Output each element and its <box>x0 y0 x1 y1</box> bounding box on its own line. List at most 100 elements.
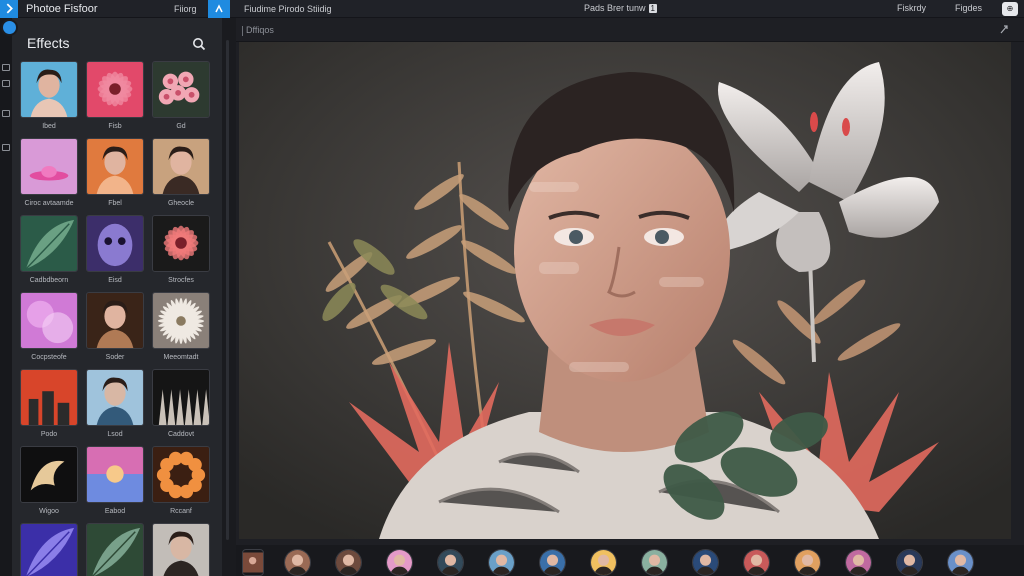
effect-label: Eisd <box>108 277 122 284</box>
effect-label: Wigoo <box>39 508 59 515</box>
effect-label: Gd <box>176 123 186 130</box>
portrait-artwork <box>239 42 1011 539</box>
effect-tile[interactable]: Gd <box>152 61 210 130</box>
app-title: Photoe Fisfoor <box>26 2 98 15</box>
effect-thumbnail[interactable] <box>20 523 78 576</box>
effects-tool-icon[interactable] <box>1 19 18 36</box>
tab-icon[interactable] <box>208 0 230 18</box>
strip-avatar[interactable] <box>539 549 566 576</box>
effect-tile[interactable] <box>20 523 78 576</box>
effect-thumbnail[interactable] <box>152 138 210 195</box>
strip-avatar[interactable] <box>386 549 413 576</box>
effect-thumbnail[interactable] <box>152 215 210 272</box>
effect-thumbnail[interactable] <box>86 138 144 195</box>
center-status-label: Pads Brer tunw <box>584 3 646 13</box>
effect-tile[interactable]: Podo <box>20 369 78 438</box>
strip-avatar[interactable] <box>743 549 770 576</box>
effect-tile[interactable]: Fisb <box>86 61 144 130</box>
strip-avatar[interactable] <box>641 549 668 576</box>
effect-label: Ibed <box>42 123 56 130</box>
effect-label: Eabod <box>104 508 126 515</box>
effect-thumbnail[interactable] <box>86 215 144 272</box>
effect-tile[interactable]: Gheocle <box>152 138 210 207</box>
app-logo-icon[interactable] <box>0 0 18 18</box>
effects-panel: Effects Ibed Fisb Gd Ciroc avtaamde Fbel Gheo… <box>12 18 222 576</box>
effect-thumbnail[interactable] <box>152 446 210 503</box>
effect-label: Gheocle <box>167 200 195 207</box>
effect-thumbnail[interactable] <box>20 369 78 426</box>
main-workspace: Dffiqos <box>236 18 1024 576</box>
strip-avatar[interactable] <box>488 549 515 576</box>
layer-name[interactable]: Dffiqos <box>246 25 274 35</box>
strip-avatar[interactable] <box>335 549 362 576</box>
history-icon[interactable] <box>2 110 10 117</box>
effect-label: Meeomtadt <box>163 354 199 361</box>
effect-tile[interactable]: Ibed <box>20 61 78 130</box>
effect-label: Caddovt <box>167 431 195 438</box>
effect-thumbnail[interactable] <box>152 369 210 426</box>
effect-tile[interactable]: Caddovt <box>152 369 210 438</box>
canvas-header: Dffiqos <box>236 18 1024 42</box>
effect-tile[interactable]: Strocfes <box>152 215 210 284</box>
title-bar: Photoe Fisfoor Fiiorg Fiudime Pirodo Sti… <box>0 0 1024 18</box>
menu-right-1[interactable]: Fiskrdy <box>897 3 926 13</box>
strip-avatar[interactable] <box>845 549 872 576</box>
strip-thumbnail[interactable] <box>242 549 264 576</box>
settings-button[interactable]: ⊕ <box>1002 2 1018 16</box>
effect-tile[interactable]: Rccanf <box>152 446 210 515</box>
effect-tile[interactable]: Meeomtadt <box>152 292 210 361</box>
effect-tile[interactable]: Cadbdbeorn <box>20 215 78 284</box>
effect-thumbnail[interactable] <box>20 138 78 195</box>
center-status[interactable]: Pads Brer tunw 1 <box>584 3 657 13</box>
effect-thumbnail[interactable] <box>20 215 78 272</box>
effect-thumbnail[interactable] <box>20 61 78 118</box>
brush-icon[interactable] <box>2 144 10 151</box>
menu-right-2[interactable]: Figdes <box>955 3 982 13</box>
effect-tile[interactable]: Ciroc avtaamde <box>20 138 78 207</box>
effect-label: Cadbdbeorn <box>29 277 69 284</box>
strip-avatar[interactable] <box>284 549 311 576</box>
expand-icon[interactable] <box>998 23 1010 35</box>
menu-item[interactable]: Fiiorg <box>174 4 204 14</box>
strip-avatar[interactable] <box>794 549 821 576</box>
effect-label: Strocfes <box>168 277 194 284</box>
strip-avatar[interactable] <box>692 549 719 576</box>
effect-thumbnail[interactable] <box>152 523 210 576</box>
panel-scrollbar[interactable] <box>226 40 229 540</box>
strip-avatar[interactable] <box>896 549 923 576</box>
effect-label: Lsod <box>107 431 123 438</box>
document-title[interactable]: Fiudime Pirodo Stiidig <box>244 4 332 14</box>
effect-tile[interactable]: Soder <box>86 292 144 361</box>
effect-tile[interactable] <box>86 523 144 576</box>
adjust-icon[interactable] <box>2 80 10 87</box>
effect-tile[interactable]: Eabod <box>86 446 144 515</box>
effect-thumbnail[interactable] <box>86 446 144 503</box>
effect-tile[interactable]: Wigoo <box>20 446 78 515</box>
effect-label: Cocpsteofe <box>31 354 67 361</box>
effect-tile[interactable]: Cocpsteofe <box>20 292 78 361</box>
effect-thumbnail[interactable] <box>20 292 78 349</box>
center-status-badge: 1 <box>648 4 657 13</box>
effect-label: Rccanf <box>170 508 192 515</box>
layers-icon[interactable] <box>2 64 10 71</box>
effect-thumbnail[interactable] <box>86 369 144 426</box>
effect-thumbnail[interactable] <box>86 292 144 349</box>
strip-avatar[interactable] <box>590 549 617 576</box>
effect-thumbnail[interactable] <box>152 292 210 349</box>
effect-tile[interactable]: Eisd <box>86 215 144 284</box>
effect-tile[interactable] <box>152 523 210 576</box>
effect-label: Podo <box>40 431 58 438</box>
strip-avatar[interactable] <box>947 549 974 576</box>
effect-tile[interactable]: Lsod <box>86 369 144 438</box>
panel-divider <box>222 18 236 576</box>
effect-thumbnail[interactable] <box>86 523 144 576</box>
search-icon[interactable] <box>192 37 206 51</box>
effect-tile[interactable]: Fbel <box>86 138 144 207</box>
effect-thumbnail[interactable] <box>20 446 78 503</box>
effect-thumbnail[interactable] <box>152 61 210 118</box>
image-canvas[interactable] <box>239 42 1011 539</box>
panel-title: Effects <box>27 35 70 51</box>
effect-label: Fbel <box>108 200 122 207</box>
effect-thumbnail[interactable] <box>86 61 144 118</box>
strip-avatar[interactable] <box>437 549 464 576</box>
